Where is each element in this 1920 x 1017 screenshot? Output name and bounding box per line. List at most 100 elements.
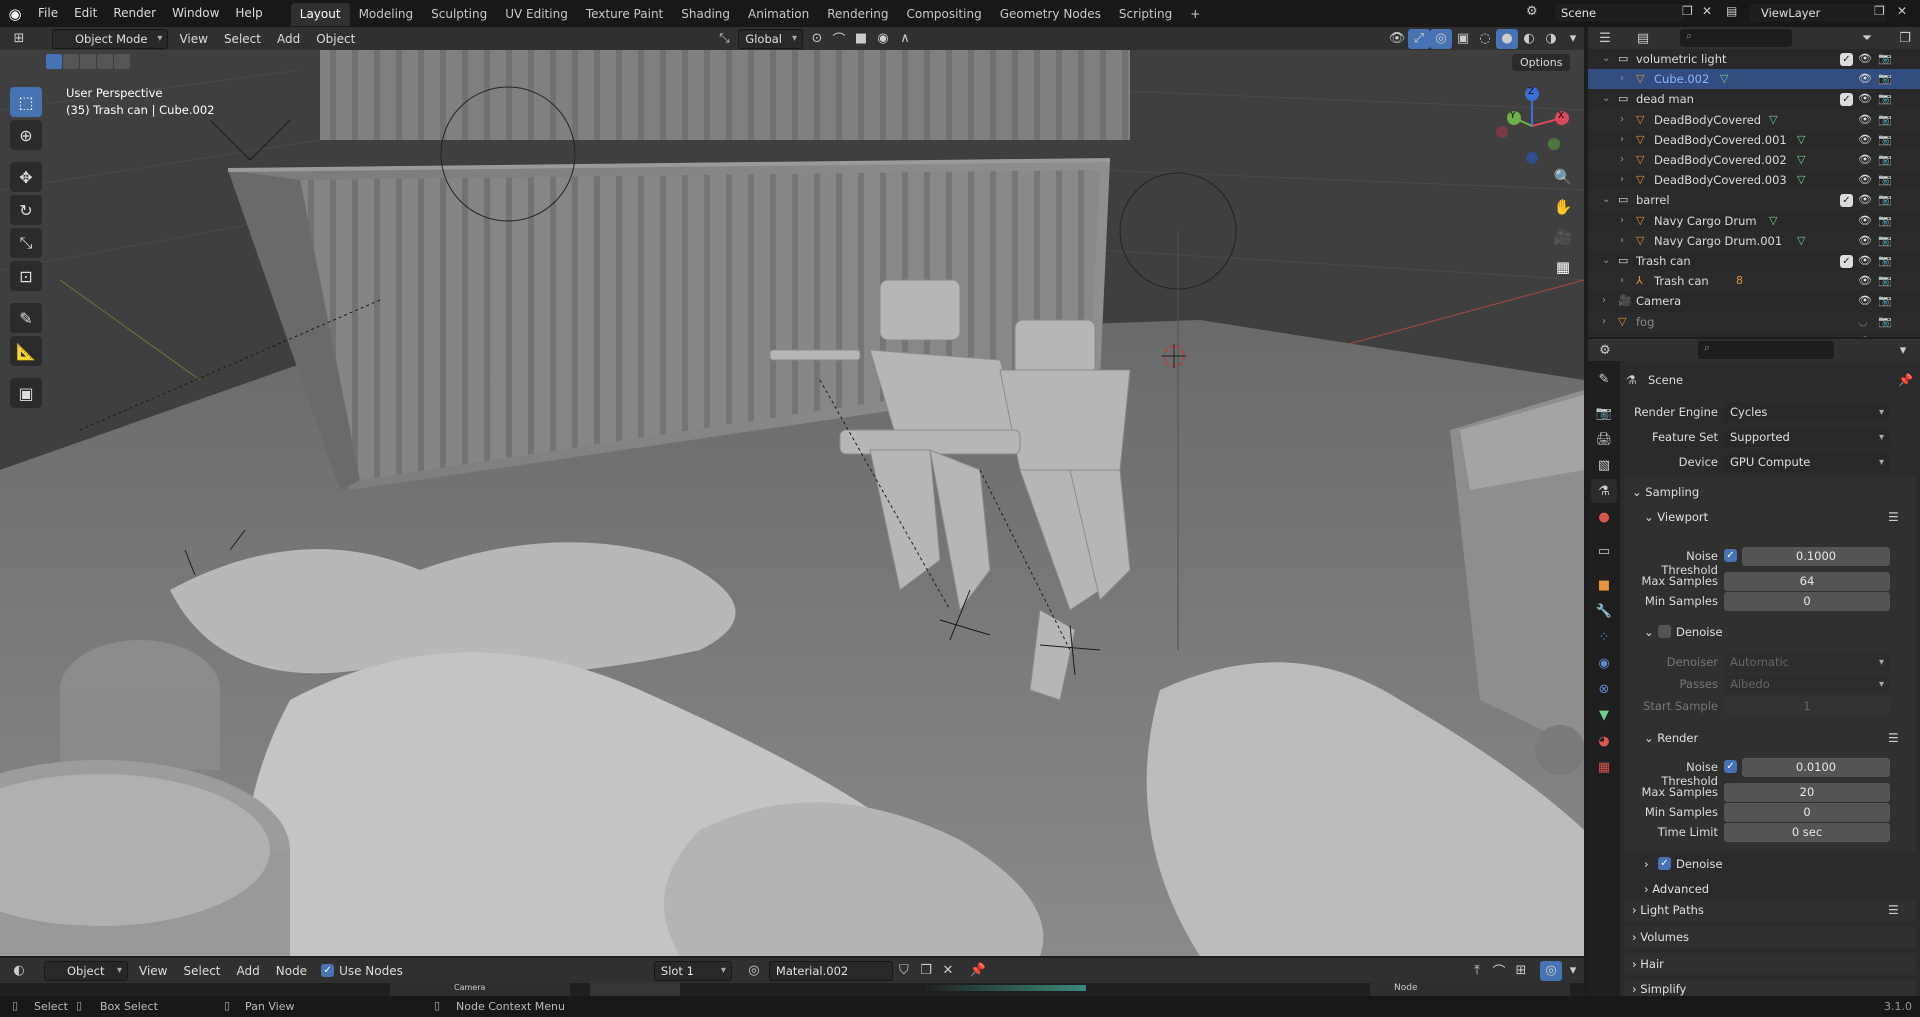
visibility-eye-icon[interactable]: 👁 xyxy=(1858,110,1872,130)
render-visibility-icon[interactable]: 📷 xyxy=(1878,332,1892,337)
tab-texture-paint[interactable]: Texture Paint xyxy=(577,3,672,26)
render-visibility-icon[interactable]: 📷 xyxy=(1878,271,1892,291)
mode-selector[interactable]: Object Mode xyxy=(52,28,169,49)
expand-toggle-icon[interactable]: › xyxy=(1620,271,1624,291)
view-layer-selector[interactable]: ViewLayer xyxy=(1748,3,1888,23)
options-button[interactable]: Options xyxy=(1512,54,1571,71)
render-visibility-icon[interactable]: 📷 xyxy=(1878,231,1892,251)
data-tab[interactable]: ▼ xyxy=(1591,703,1617,727)
outliner-search-field[interactable]: ⌕ xyxy=(1680,29,1792,47)
visibility-icon[interactable]: 👁 xyxy=(1386,29,1408,49)
scale-tool[interactable]: ⤡ xyxy=(10,228,42,258)
expand-toggle-icon[interactable]: › xyxy=(1620,231,1624,251)
visibility-eye-icon[interactable]: 👁 xyxy=(1858,271,1872,291)
outliner-row[interactable]: › ▽ Navy Cargo Drum ▽ 👁 📷 xyxy=(1588,211,1920,231)
shading-solid-icon[interactable]: ● xyxy=(1496,28,1518,49)
render-visibility-icon[interactable]: 📷 xyxy=(1878,211,1892,231)
collection-tab[interactable]: ▭ xyxy=(1591,539,1617,563)
orientation-selector[interactable]: Global xyxy=(738,28,803,49)
mesh-data-icon[interactable]: ▽ xyxy=(1797,231,1805,251)
unlink-material-icon[interactable]: ✕ xyxy=(937,961,959,981)
mesh-data-icon[interactable]: ▽ xyxy=(1797,150,1805,170)
exclude-checkbox[interactable]: ✓ xyxy=(1840,53,1853,66)
node-editor-type-icon[interactable]: ◐ xyxy=(8,961,30,981)
render-denoise-header[interactable]: › xyxy=(1644,857,1649,871)
mesh-data-icon[interactable]: ▽ xyxy=(1769,211,1777,231)
render-noise-threshold-field[interactable]: 0.0100 xyxy=(1742,758,1890,777)
view-layer-icon[interactable]: ▤ xyxy=(1726,4,1737,18)
3d-viewport[interactable]: User Perspective (35) Trash can | Cube.0… xyxy=(0,50,1584,956)
hair-panel[interactable] xyxy=(1624,953,1916,975)
node-overlay-icon[interactable]: ◎ xyxy=(1540,960,1562,981)
tab-modeling[interactable]: Modeling xyxy=(350,3,423,26)
render-visibility-icon[interactable]: 📷 xyxy=(1878,312,1892,332)
scene-icon[interactable]: ⚙ xyxy=(1526,4,1538,19)
mesh-data-icon[interactable]: ▽ xyxy=(1797,170,1805,190)
tool-tab[interactable]: ✎ xyxy=(1591,367,1617,391)
child-count-badge[interactable]: 8 xyxy=(1736,271,1743,291)
denoiser-select[interactable]: Automatic xyxy=(1724,653,1890,672)
color-ramp-bar[interactable] xyxy=(926,985,1086,991)
outliner-row[interactable]: › 🎥 Camera 👁 📷 xyxy=(1588,291,1920,311)
viewport-min-samples-field[interactable]: 0 xyxy=(1724,592,1890,611)
outliner-row[interactable]: › ▽ Cube.002 ▽ 👁 📷 xyxy=(1588,69,1920,90)
remove-view-layer-icon[interactable]: ✕ xyxy=(1897,4,1907,18)
blender-logo-icon[interactable]: ◉ xyxy=(0,5,30,23)
object-tab[interactable]: ■ xyxy=(1591,573,1617,597)
measure-tool[interactable]: 📐 xyxy=(10,336,42,366)
render-visibility-icon[interactable]: 📷 xyxy=(1878,110,1892,130)
expand-toggle-icon[interactable]: › xyxy=(1602,291,1606,311)
outliner-row[interactable]: › ▽ Plane 👁 📷 xyxy=(1588,332,1920,337)
render-visibility-icon[interactable]: 📷 xyxy=(1878,170,1892,190)
visibility-eye-icon[interactable]: 👁 xyxy=(1858,291,1872,311)
tab-compositing[interactable]: Compositing xyxy=(897,3,990,26)
mesh-data-icon[interactable]: ▽ xyxy=(1769,110,1777,130)
texture-tab[interactable]: ▦ xyxy=(1591,755,1617,779)
outliner-type-icon[interactable]: ☰ xyxy=(1594,28,1616,48)
zoom-icon[interactable]: 🔍 xyxy=(1550,168,1576,198)
constraints-tab[interactable]: ⊗ xyxy=(1591,677,1617,701)
render-visibility-icon[interactable]: 📷 xyxy=(1878,150,1892,170)
render-max-samples-field[interactable]: 20 xyxy=(1724,783,1890,802)
menu-render[interactable]: Render xyxy=(105,0,164,27)
menu-select[interactable]: Select xyxy=(216,27,269,51)
visibility-eye-icon[interactable]: ◡ xyxy=(1858,312,1868,332)
time-limit-field[interactable]: 0 sec xyxy=(1724,823,1890,842)
physics-tab[interactable]: ◉ xyxy=(1591,651,1617,675)
navigation-gizmo[interactable]: Z X Y xyxy=(1492,86,1572,166)
visibility-eye-icon[interactable]: 👁 xyxy=(1858,231,1872,251)
render-min-samples-field[interactable]: 0 xyxy=(1724,803,1890,822)
node-overlay-options-icon[interactable]: ▾ xyxy=(1562,961,1584,981)
overlay-toggle-icon[interactable]: ◎ xyxy=(1430,28,1452,49)
sampling-panel-header[interactable]: ⌄ Sampling xyxy=(1632,485,1699,499)
scene-tab[interactable]: ⚗ xyxy=(1591,479,1617,503)
expand-toggle-icon[interactable]: › xyxy=(1602,332,1606,337)
expand-toggle-icon[interactable]: › xyxy=(1620,130,1624,150)
camera-node-strip[interactable]: Camera xyxy=(390,983,570,996)
pin-properties-icon[interactable]: 📌 xyxy=(1898,373,1913,387)
node-menu-select[interactable]: Select xyxy=(175,959,228,983)
visibility-eye-icon[interactable]: 👁 xyxy=(1858,89,1872,109)
annotate-tool[interactable]: ✎ xyxy=(10,303,42,333)
expand-toggle-icon[interactable]: › xyxy=(1620,69,1624,89)
outliner-display-mode-icon[interactable]: ▤ xyxy=(1632,28,1654,48)
device-select[interactable]: GPU Compute xyxy=(1724,453,1890,472)
properties-options-icon[interactable]: ▾ xyxy=(1892,340,1914,360)
material-browse-icon[interactable]: ◎ xyxy=(743,961,765,981)
snap-target-icon[interactable]: ■ xyxy=(850,29,872,49)
visibility-eye-icon[interactable]: 👁 xyxy=(1858,150,1872,170)
rotate-tool[interactable]: ↻ xyxy=(10,195,42,225)
visibility-eye-icon[interactable]: 👁 xyxy=(1858,190,1872,210)
add-cube-tool[interactable]: ▣ xyxy=(10,378,42,408)
expand-toggle-icon[interactable]: › xyxy=(1620,150,1624,170)
node-menu-add[interactable]: Add xyxy=(229,959,268,983)
viewport-denoise-checkbox[interactable] xyxy=(1658,625,1671,638)
tab-sculpting[interactable]: Sculpting xyxy=(422,3,496,26)
select-mode-subtract-icon[interactable] xyxy=(80,54,96,69)
outliner-row[interactable]: › ⅄ Trash can 8 👁 📷 xyxy=(1588,271,1920,292)
exclude-checkbox[interactable]: ✓ xyxy=(1840,255,1853,268)
tab-layout[interactable]: Layout xyxy=(290,3,350,26)
outliner-row[interactable]: ⌄ ▭ dead man ✓ 👁 📷 xyxy=(1588,89,1920,109)
material-name-field[interactable]: Material.002 xyxy=(768,960,893,981)
menu-edit[interactable]: Edit xyxy=(66,0,105,27)
